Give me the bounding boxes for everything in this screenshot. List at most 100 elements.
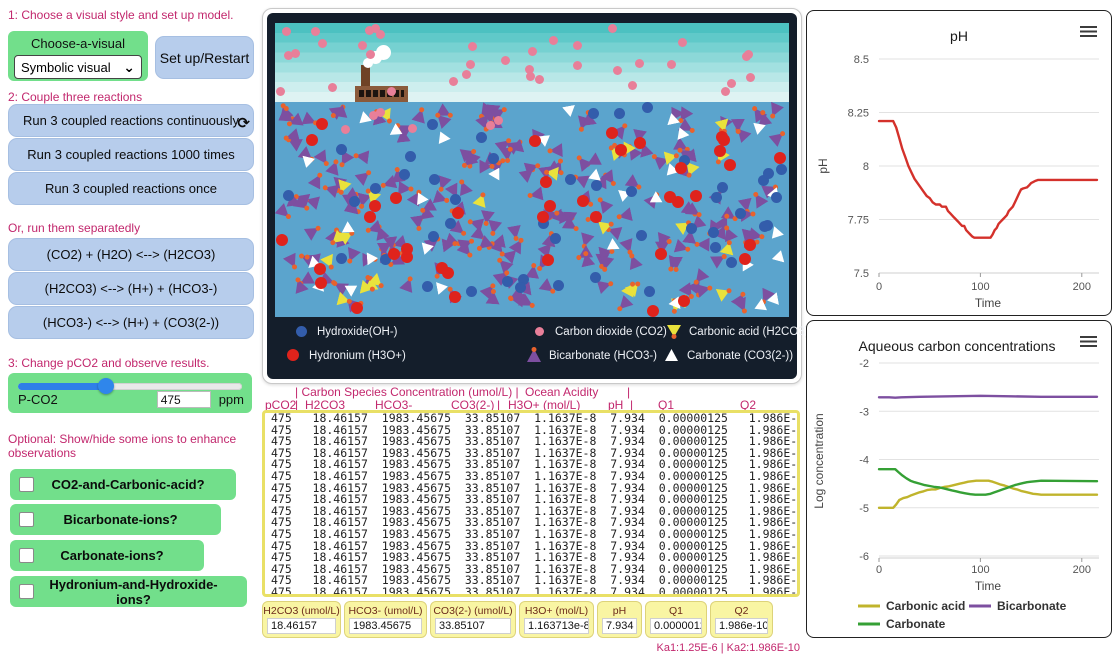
step2-heading: 2: Couple three reactions	[8, 90, 252, 104]
particle	[620, 238, 638, 255]
slider-track[interactable]	[18, 383, 242, 390]
slider-label: P-CO2	[18, 392, 58, 407]
monitor-q1: Q1 0.00000125	[645, 601, 707, 638]
particle	[283, 190, 294, 201]
switch-label: Carbonate-ions?	[34, 548, 204, 563]
particle	[577, 195, 589, 207]
monitor-value: 7.934	[602, 618, 637, 634]
species-output-area[interactable]: 475 18.46157 1983.45675 33.85107 1.1637E…	[262, 410, 800, 597]
svg-text:Carbonic acid: Carbonic acid	[886, 599, 965, 613]
monitor-value: 1.986e-10	[715, 618, 768, 634]
particle	[526, 72, 535, 81]
particle	[591, 180, 602, 191]
checkbox-icon[interactable]	[19, 584, 34, 599]
particle	[442, 236, 457, 252]
reaction3-button[interactable]: (HCO3-) <--> (H+) + (CO3(2-))	[8, 306, 254, 339]
particle	[355, 149, 370, 165]
particle	[615, 144, 627, 156]
monitor-label: Q1	[646, 605, 706, 617]
particle	[774, 152, 786, 164]
particle	[494, 116, 503, 125]
reaction1-button[interactable]: (CO2) + (H2O) <--> (H2CO3)	[8, 238, 254, 271]
particle	[306, 134, 318, 146]
particle	[697, 238, 710, 252]
plot-menu-icon[interactable]	[1080, 26, 1097, 37]
monitor-value: 0.00000125	[650, 618, 702, 634]
particle	[528, 187, 543, 203]
switch-hydronium-hydroxide[interactable]: Hydronium-and-Hydroxide-ions?	[10, 576, 247, 607]
particle	[731, 119, 745, 132]
particle	[315, 277, 327, 289]
particle	[300, 156, 315, 170]
legend-label: Hydroxide(OH-)	[317, 326, 398, 338]
slider-value-field[interactable]: 475	[157, 391, 211, 408]
particle	[399, 169, 410, 180]
plot-menu-icon[interactable]	[1080, 336, 1097, 347]
particle	[515, 282, 526, 293]
switch-carbonate[interactable]: Carbonate-ions?	[10, 540, 204, 571]
particle	[276, 234, 288, 246]
monitor-h3o: H3O+ (mol/L) 1.163713e-8	[519, 601, 594, 638]
checkbox-icon[interactable]	[19, 512, 34, 527]
particle	[476, 132, 487, 143]
visual-select[interactable]: Symbolic visual ⌄	[14, 55, 142, 79]
legend-label: Carbonic acid (H2CO3)	[689, 326, 809, 338]
monitor-label: CO3(2-) (umol/L)	[431, 605, 515, 617]
svg-text:pH: pH	[816, 158, 830, 173]
particle	[282, 27, 291, 36]
chevron-down-icon: ⌄	[123, 62, 135, 72]
run-continuous-label: Run 3 coupled reactions continuously	[23, 113, 239, 128]
particle	[436, 280, 449, 295]
particle	[678, 38, 687, 47]
particle	[636, 230, 647, 241]
run-continuous-button[interactable]: Run 3 coupled reactions continuously ⟳	[8, 104, 254, 137]
particle	[468, 42, 477, 51]
run-1000-button[interactable]: Run 3 coupled reactions 1000 times	[8, 138, 254, 171]
monitor-hco3: HCO3- (umol/L) 1983.45675	[344, 601, 427, 638]
particle	[573, 61, 582, 70]
particle	[549, 36, 558, 45]
separate-heading: Or, run them separatedly	[8, 221, 252, 235]
particle	[718, 134, 730, 146]
legend-label: Carbon dioxide (CO2)	[555, 326, 667, 338]
particle	[617, 208, 633, 224]
switch-co2-carbonic[interactable]: CO2-and-Carbonic-acid?	[10, 469, 236, 500]
particle	[759, 221, 770, 232]
particle	[673, 125, 689, 140]
particle	[562, 105, 577, 118]
monitor-label: H2CO3 (umol/L)	[263, 605, 340, 617]
particle	[542, 254, 554, 266]
particle	[449, 291, 461, 303]
run-once-button[interactable]: Run 3 coupled reactions once	[8, 172, 254, 205]
checkbox-icon[interactable]	[19, 548, 34, 563]
ocean-water	[275, 102, 789, 317]
monitor-label: HCO3- (umol/L)	[345, 605, 426, 617]
svg-text:0: 0	[876, 281, 882, 293]
particle	[573, 41, 582, 50]
monitor-label: H3O+ (mol/L)	[520, 605, 593, 617]
particle	[422, 281, 433, 292]
simulation-view[interactable]	[275, 23, 789, 317]
particle	[316, 118, 328, 130]
svg-text:Time: Time	[975, 579, 1002, 593]
simulation-frame: Hydroxide(OH-) Carbon dioxide (CO2) Carb…	[262, 8, 802, 384]
particle	[628, 81, 637, 90]
ph-plot: pH8.58.2587.757.50100200TimepH	[806, 10, 1112, 316]
particle	[311, 27, 320, 36]
particle	[626, 186, 637, 197]
particle	[615, 295, 634, 314]
setup-restart-button[interactable]: Set up/Restart	[155, 36, 254, 79]
checkbox-icon[interactable]	[19, 477, 34, 492]
particle	[351, 302, 363, 314]
particle	[766, 292, 779, 307]
co2-icon	[533, 325, 547, 338]
particle	[598, 256, 614, 272]
particle	[642, 102, 653, 113]
monitor-value: 1983.45675	[349, 618, 422, 634]
simulation-background: Hydroxide(OH-) Carbon dioxide (CO2) Carb…	[267, 13, 797, 379]
particle	[614, 108, 625, 119]
particle	[318, 39, 327, 48]
switch-bicarbonate[interactable]: Bicarbonate-ions?	[10, 504, 221, 535]
reaction2-button[interactable]: (H2CO3) <--> (H+) + (HCO3-)	[8, 272, 254, 305]
particle	[647, 305, 659, 317]
